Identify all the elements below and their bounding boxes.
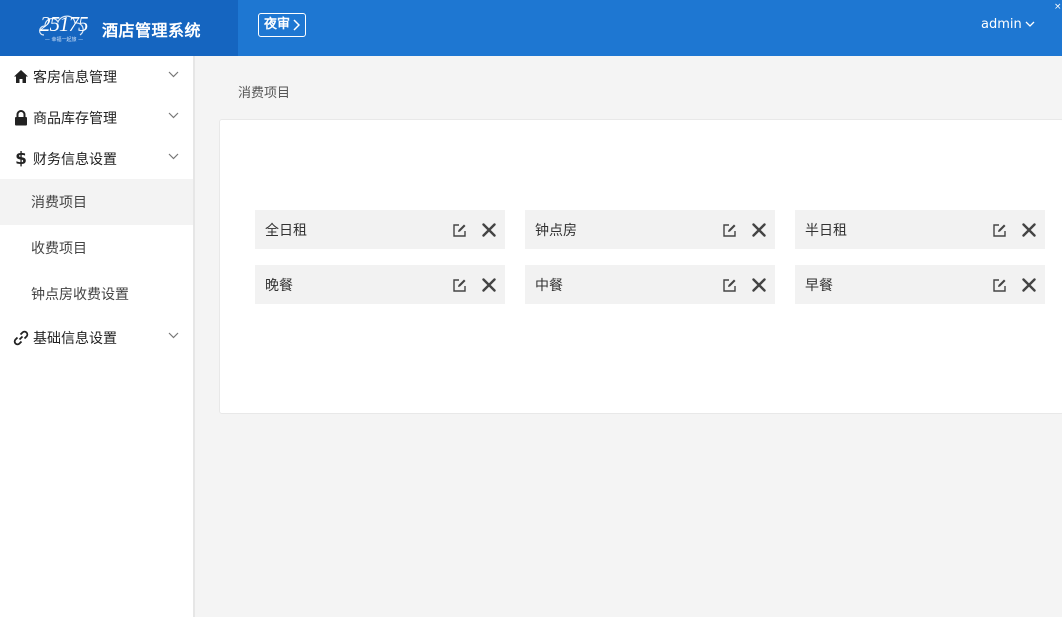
logo-area: 25175 — 幸福一起旅 — 酒店管理系统 — [0, 0, 238, 56]
dollar-icon: $ — [15, 148, 27, 169]
item-label: 早餐 — [805, 277, 833, 294]
item-label: 钟点房 — [535, 222, 577, 239]
chevron-down-icon — [168, 71, 179, 78]
sidebar-group-label: 客房信息管理 — [33, 69, 117, 86]
edit-icon[interactable] — [449, 220, 469, 240]
chevron-down-icon — [168, 153, 179, 160]
delete-icon[interactable] — [479, 275, 499, 295]
consumption-item-card: 半日租 — [795, 210, 1045, 249]
item-label: 全日租 — [265, 222, 307, 239]
link-icon — [12, 329, 30, 347]
chevron-down-icon — [1025, 21, 1035, 27]
user-menu[interactable]: admin — [981, 17, 1035, 32]
delete-icon[interactable] — [1019, 275, 1039, 295]
consumption-item-card: 钟点房 — [525, 210, 775, 249]
sidebar-item-charge-items[interactable]: 收费项目 — [0, 225, 193, 271]
item-label: 中餐 — [535, 277, 563, 294]
sidebar: 客房信息管理 商品库存管理 $ 财务信息设置 消费项目 收费项目 钟点房收费设置… — [0, 56, 195, 617]
consumption-item-card: 全日租 — [255, 210, 505, 249]
edit-icon[interactable] — [449, 275, 469, 295]
corner-close-icon[interactable]: × — [1054, 2, 1062, 12]
top-header: 25175 — 幸福一起旅 — 酒店管理系统 夜审 admin × — [0, 0, 1062, 56]
chevron-right-icon — [293, 19, 301, 31]
night-audit-button[interactable]: 夜审 — [258, 13, 307, 37]
sidebar-group-room-info[interactable]: 客房信息管理 — [0, 56, 193, 97]
chevron-down-icon — [168, 332, 179, 339]
item-label: 晚餐 — [265, 277, 293, 294]
edit-icon[interactable] — [719, 220, 739, 240]
consumption-item-card: 早餐 — [795, 265, 1045, 304]
sidebar-item-label: 收费项目 — [31, 241, 87, 257]
brand-logo[interactable]: 25175 — 幸福一起旅 — — [36, 9, 92, 47]
sidebar-group-finance[interactable]: $ 财务信息设置 — [0, 138, 193, 179]
system-title: 酒店管理系统 — [102, 21, 202, 40]
sidebar-group-inventory[interactable]: 商品库存管理 — [0, 97, 193, 138]
lock-icon — [12, 109, 30, 127]
sidebar-item-hourly-room-settings[interactable]: 钟点房收费设置 — [0, 271, 193, 317]
logo-number: 25175 — [40, 12, 88, 36]
sidebar-group-label: 基础信息设置 — [33, 330, 117, 347]
sidebar-group-label: 财务信息设置 — [33, 151, 117, 168]
consumption-item-card: 中餐 — [525, 265, 775, 304]
sidebar-item-label: 消费项目 — [31, 195, 87, 211]
breadcrumb: 消费项目 — [238, 86, 291, 101]
delete-icon[interactable] — [479, 220, 499, 240]
night-audit-label: 夜审 — [264, 17, 291, 32]
edit-icon[interactable] — [719, 275, 739, 295]
delete-icon[interactable] — [749, 220, 769, 240]
edit-icon[interactable] — [989, 220, 1009, 240]
consumption-item-card: 晚餐 — [255, 265, 505, 304]
item-label: 半日租 — [805, 222, 847, 239]
consumption-items-panel: 全日租 钟点房 半日租 晚餐 中餐 早餐 — [219, 119, 1062, 414]
sidebar-group-basic-info[interactable]: 基础信息设置 — [0, 317, 193, 358]
edit-icon[interactable] — [989, 275, 1009, 295]
sidebar-item-consumption-items[interactable]: 消费项目 — [0, 179, 193, 225]
user-name: admin — [981, 17, 1022, 32]
sidebar-item-label: 钟点房收费设置 — [31, 287, 129, 303]
chevron-down-icon — [168, 112, 179, 119]
delete-icon[interactable] — [1019, 220, 1039, 240]
home-icon — [12, 68, 30, 86]
logo-slogan: — 幸福一起旅 — — [44, 37, 84, 43]
sidebar-group-label: 商品库存管理 — [33, 110, 117, 127]
delete-icon[interactable] — [749, 275, 769, 295]
